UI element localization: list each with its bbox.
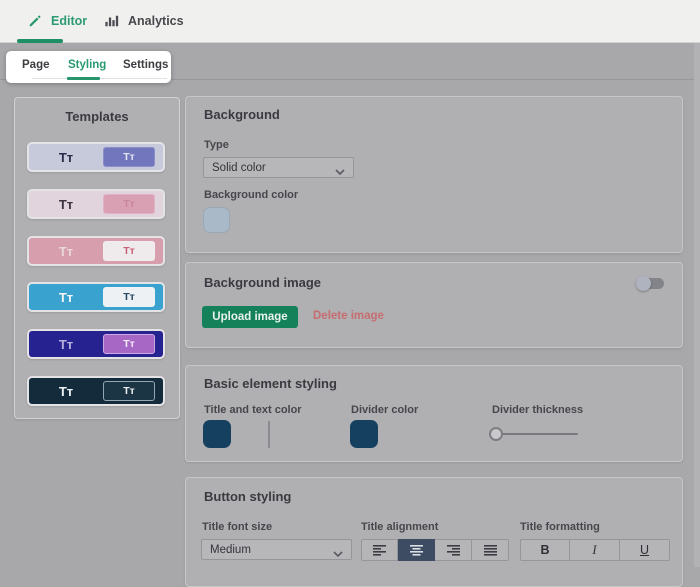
template-sample-text: Tт xyxy=(58,383,74,399)
template-sample-text: Tт xyxy=(58,289,74,305)
basic-styling-title: Basic element styling xyxy=(204,376,337,391)
align-left-button[interactable] xyxy=(361,539,398,561)
align-justify-button[interactable] xyxy=(472,539,509,561)
template-item[interactable]: Tт Tт xyxy=(27,142,165,172)
background-type-value: Solid color xyxy=(212,161,266,174)
button-styling-title: Button styling xyxy=(204,489,292,504)
align-left-icon xyxy=(372,544,387,556)
align-right-icon xyxy=(446,544,461,556)
background-color-swatch[interactable] xyxy=(203,207,230,233)
title-alignment-group xyxy=(361,539,509,561)
tab-analytics-label: Analytics xyxy=(128,14,184,28)
subtabs-highlight-box: Page Styling Settings xyxy=(6,51,171,83)
background-image-card: Background image Upload image Delete ima… xyxy=(185,262,683,348)
divider-color-swatch[interactable] xyxy=(350,420,378,448)
template-sample-button: Tт xyxy=(103,381,155,401)
templates-title: Templates xyxy=(65,109,129,124)
template-sample-button: Tт xyxy=(103,194,155,214)
divider-thickness-label: Divider thickness xyxy=(492,404,584,416)
bold-button[interactable]: B xyxy=(520,539,570,561)
styling-tab-active-underline xyxy=(67,77,100,80)
subtab-styling[interactable]: Styling xyxy=(68,59,106,71)
template-item[interactable]: Tт Tт xyxy=(27,236,165,266)
italic-button[interactable]: I xyxy=(570,539,620,561)
upload-image-button[interactable]: Upload image xyxy=(202,306,298,328)
tab-editor[interactable]: Editor xyxy=(28,0,87,42)
template-item[interactable]: Tт Tт xyxy=(27,329,165,359)
subtab-page[interactable]: Page xyxy=(22,59,50,71)
title-font-size-select[interactable]: Medium xyxy=(201,539,352,560)
divider-preview xyxy=(268,421,270,448)
align-center-icon xyxy=(409,544,424,556)
template-sample-button: Tт xyxy=(103,147,155,167)
chevron-down-icon xyxy=(333,548,343,560)
title-alignment-label: Title alignment xyxy=(361,521,439,533)
top-bar: Editor Analytics xyxy=(0,0,700,43)
subtab-settings[interactable]: Settings xyxy=(123,59,168,71)
align-center-button[interactable] xyxy=(398,539,435,561)
background-type-select[interactable]: Solid color xyxy=(203,157,354,178)
divider-thickness-slider-track[interactable] xyxy=(496,433,578,435)
pencil-icon xyxy=(28,14,42,28)
underline-button[interactable]: U xyxy=(620,539,670,561)
tab-analytics[interactable]: Analytics xyxy=(104,0,184,42)
title-text-color-label: Title and text color xyxy=(204,404,302,416)
title-formatting-label: Title formatting xyxy=(520,521,600,533)
template-item[interactable]: Tт Tт xyxy=(27,282,165,312)
template-sample-button: Tт xyxy=(103,334,155,354)
basic-element-styling-card: Basic element styling Title and text col… xyxy=(185,365,683,462)
template-sample-text: Tт xyxy=(58,196,74,212)
tab-editor-label: Editor xyxy=(51,14,88,28)
button-styling-card: Button styling Title font size Medium Ti… xyxy=(185,477,683,587)
background-title: Background xyxy=(204,107,280,122)
chevron-down-icon xyxy=(335,166,345,178)
template-sample-button: Tт xyxy=(103,287,155,307)
scrollbar-track[interactable] xyxy=(694,43,700,567)
title-formatting-group: B I U xyxy=(520,539,670,561)
background-color-label: Background color xyxy=(204,189,299,201)
type-label: Type xyxy=(204,139,229,151)
template-sample-text: Tт xyxy=(58,149,74,165)
align-right-button[interactable] xyxy=(435,539,472,561)
template-item[interactable]: Tт Tт xyxy=(27,376,165,406)
title-font-size-value: Medium xyxy=(210,543,251,556)
divider-thickness-slider-knob[interactable] xyxy=(489,427,503,441)
templates-panel: Templates Tт Tт Tт Tт Tт Tт Tт Tт Tт Tт Tт Tт xyxy=(14,97,180,419)
analytics-icon xyxy=(104,14,119,28)
align-justify-icon xyxy=(483,544,498,556)
template-sample-text: Tт xyxy=(58,336,74,352)
delete-image-button[interactable]: Delete image xyxy=(313,310,384,322)
template-sample-text: Tт xyxy=(58,243,74,259)
template-item[interactable]: Tт Tт xyxy=(27,189,165,219)
title-text-color-swatch[interactable] xyxy=(203,420,231,448)
toggle-knob xyxy=(636,276,651,291)
background-image-toggle[interactable] xyxy=(636,276,666,291)
editor-tab-active-underline xyxy=(17,39,63,43)
template-sample-button: Tт xyxy=(103,241,155,261)
background-image-title: Background image xyxy=(204,275,322,290)
background-card: Background Type Solid color Background c… xyxy=(185,96,683,253)
divider-color-label: Divider color xyxy=(351,404,419,416)
title-font-size-label: Title font size xyxy=(202,521,273,533)
